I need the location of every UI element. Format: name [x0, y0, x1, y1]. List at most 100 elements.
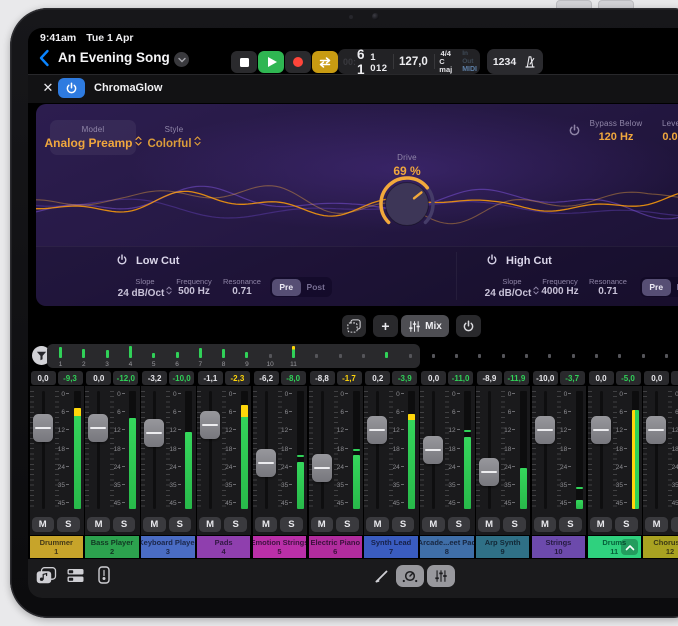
fader-track[interactable] [42, 391, 45, 509]
solo-button[interactable]: S [671, 517, 678, 532]
pan-value[interactable]: 0,0 [421, 371, 446, 385]
overview-track-slot[interactable] [399, 344, 422, 368]
overview-track-slot[interactable] [608, 344, 631, 368]
mixer-view-button[interactable] [427, 565, 455, 587]
low-cut-power-icon[interactable] [116, 254, 128, 266]
level-value[interactable]: 0.0 [660, 131, 678, 143]
pan-value[interactable]: 0,0 [86, 371, 111, 385]
solo-button[interactable]: S [615, 517, 638, 532]
overview-track-slot[interactable] [585, 344, 608, 368]
solo-button[interactable]: S [280, 517, 303, 532]
cycle-button[interactable] [312, 51, 338, 73]
overview-track-slot[interactable] [632, 344, 655, 368]
fader-track[interactable] [600, 391, 603, 509]
high-cut-power-icon[interactable] [486, 254, 498, 266]
track-name-cell[interactable]: Bass Player2 [85, 536, 139, 558]
overview-track-slot[interactable] [468, 344, 491, 368]
solo-button[interactable]: S [57, 517, 80, 532]
mix-view-button[interactable]: Mix [401, 315, 449, 337]
tracks-view-icon[interactable] [67, 568, 84, 583]
level-value[interactable]: -11,9 [504, 371, 529, 385]
mute-button[interactable]: M [422, 517, 445, 532]
level-value[interactable]: -3,7 [560, 371, 585, 385]
level-value[interactable]: -3,9 [392, 371, 417, 385]
high-cut-pre-button[interactable]: Pre [642, 279, 672, 296]
overview-track-slot[interactable]: 9 [235, 344, 258, 368]
bypass-power-icon[interactable] [568, 124, 581, 137]
metronome-icon[interactable] [523, 55, 537, 69]
overview-track-slot[interactable]: 6 [166, 344, 189, 368]
fader-track[interactable] [488, 391, 491, 509]
overview-track-slot[interactable]: 8 [212, 344, 235, 368]
level-value[interactable]: -10,0 [169, 371, 194, 385]
pan-value[interactable]: -3,2 [142, 371, 167, 385]
track-name-cell[interactable]: Drummer1 [30, 536, 84, 558]
mute-button[interactable]: M [32, 517, 55, 532]
track-name-cell[interactable]: Drums11 [588, 536, 642, 558]
model-selector[interactable]: Model Analog Preamp [50, 120, 136, 155]
fader-controller-icon[interactable] [96, 566, 112, 584]
smart-controls-button[interactable] [396, 565, 424, 587]
song-title[interactable]: An Evening Song [58, 50, 170, 65]
fader-handle[interactable] [33, 414, 53, 442]
solo-button[interactable]: S [392, 517, 415, 532]
solo-button[interactable]: S [559, 517, 582, 532]
track-name-cell[interactable]: Chorus V12 [643, 536, 678, 558]
style-value[interactable]: Colorful [132, 136, 216, 150]
stop-button[interactable] [231, 51, 257, 73]
drive-knob[interactable] [375, 172, 439, 236]
high-cut-post-button[interactable]: Post [671, 279, 678, 296]
overview-track-slot[interactable]: 2 [72, 344, 95, 368]
loop-browser-icon[interactable] [36, 567, 57, 584]
solo-button[interactable]: S [448, 517, 471, 532]
paste-settings-button[interactable] [342, 315, 366, 337]
fader-handle[interactable] [144, 419, 164, 447]
overview-track-slot[interactable]: 10 [259, 344, 282, 368]
overview-track-slot[interactable]: 11 [282, 344, 305, 368]
solo-button[interactable]: S [113, 517, 136, 532]
overview-track-slot[interactable] [515, 344, 538, 368]
track-name-cell[interactable]: Keyboard Player3 [141, 536, 195, 558]
solo-button[interactable]: S [224, 517, 247, 532]
level-value[interactable]: -9,3 [58, 371, 83, 385]
mute-button[interactable]: M [534, 517, 557, 532]
overview-track-slot[interactable] [375, 344, 398, 368]
low-cut-frequency-value[interactable]: 500 Hz [169, 286, 219, 297]
bypass-value[interactable]: 120 Hz [585, 131, 647, 143]
track-name-cell[interactable]: Arcade...eet Pad8 [420, 536, 474, 558]
level-value[interactable]: -11,0 [448, 371, 473, 385]
overview-track-slot[interactable] [422, 344, 445, 368]
level-value[interactable]: -12,0 [113, 371, 138, 385]
overview-track-slot[interactable]: 3 [96, 344, 119, 368]
close-icon[interactable]: ✕ [40, 80, 56, 96]
fader-handle[interactable] [423, 436, 443, 464]
high-cut-frequency-value[interactable]: 4000 Hz [535, 286, 585, 297]
overview-track-slot[interactable] [562, 344, 585, 368]
plugin-power-button[interactable] [58, 78, 85, 98]
mute-button[interactable]: M [311, 517, 334, 532]
overview-track-slot[interactable]: 4 [119, 344, 142, 368]
pan-value[interactable]: -10,0 [533, 371, 558, 385]
mute-button[interactable]: M [478, 517, 501, 532]
pan-value[interactable]: 0,0 [589, 371, 614, 385]
fader-handle[interactable] [646, 416, 666, 444]
mute-button[interactable]: M [255, 517, 278, 532]
count-in-button[interactable]: 1234 [493, 56, 516, 68]
pan-value[interactable]: 0,0 [644, 371, 669, 385]
level-value[interactable]: -1,7 [337, 371, 362, 385]
track-name-cell[interactable]: Pads4 [197, 536, 251, 558]
pan-value[interactable]: -6,2 [254, 371, 279, 385]
high-cut-slope-value[interactable]: 24 dB/Oct [482, 286, 542, 299]
level-value[interactable]: -2,3 [225, 371, 250, 385]
song-menu-button[interactable] [174, 52, 189, 67]
fader-handle[interactable] [88, 414, 108, 442]
high-cut-resonance-value[interactable]: 0.71 [583, 286, 633, 297]
add-plugin-button[interactable]: + [373, 315, 398, 337]
mixer-power-button[interactable] [456, 315, 481, 337]
mute-button[interactable]: M [590, 517, 613, 532]
back-chevron-icon[interactable] [38, 49, 50, 67]
fader-track[interactable] [376, 391, 379, 509]
record-button[interactable] [285, 51, 311, 73]
overview-track-slot[interactable]: 5 [142, 344, 165, 368]
pan-value[interactable]: -8,9 [477, 371, 502, 385]
